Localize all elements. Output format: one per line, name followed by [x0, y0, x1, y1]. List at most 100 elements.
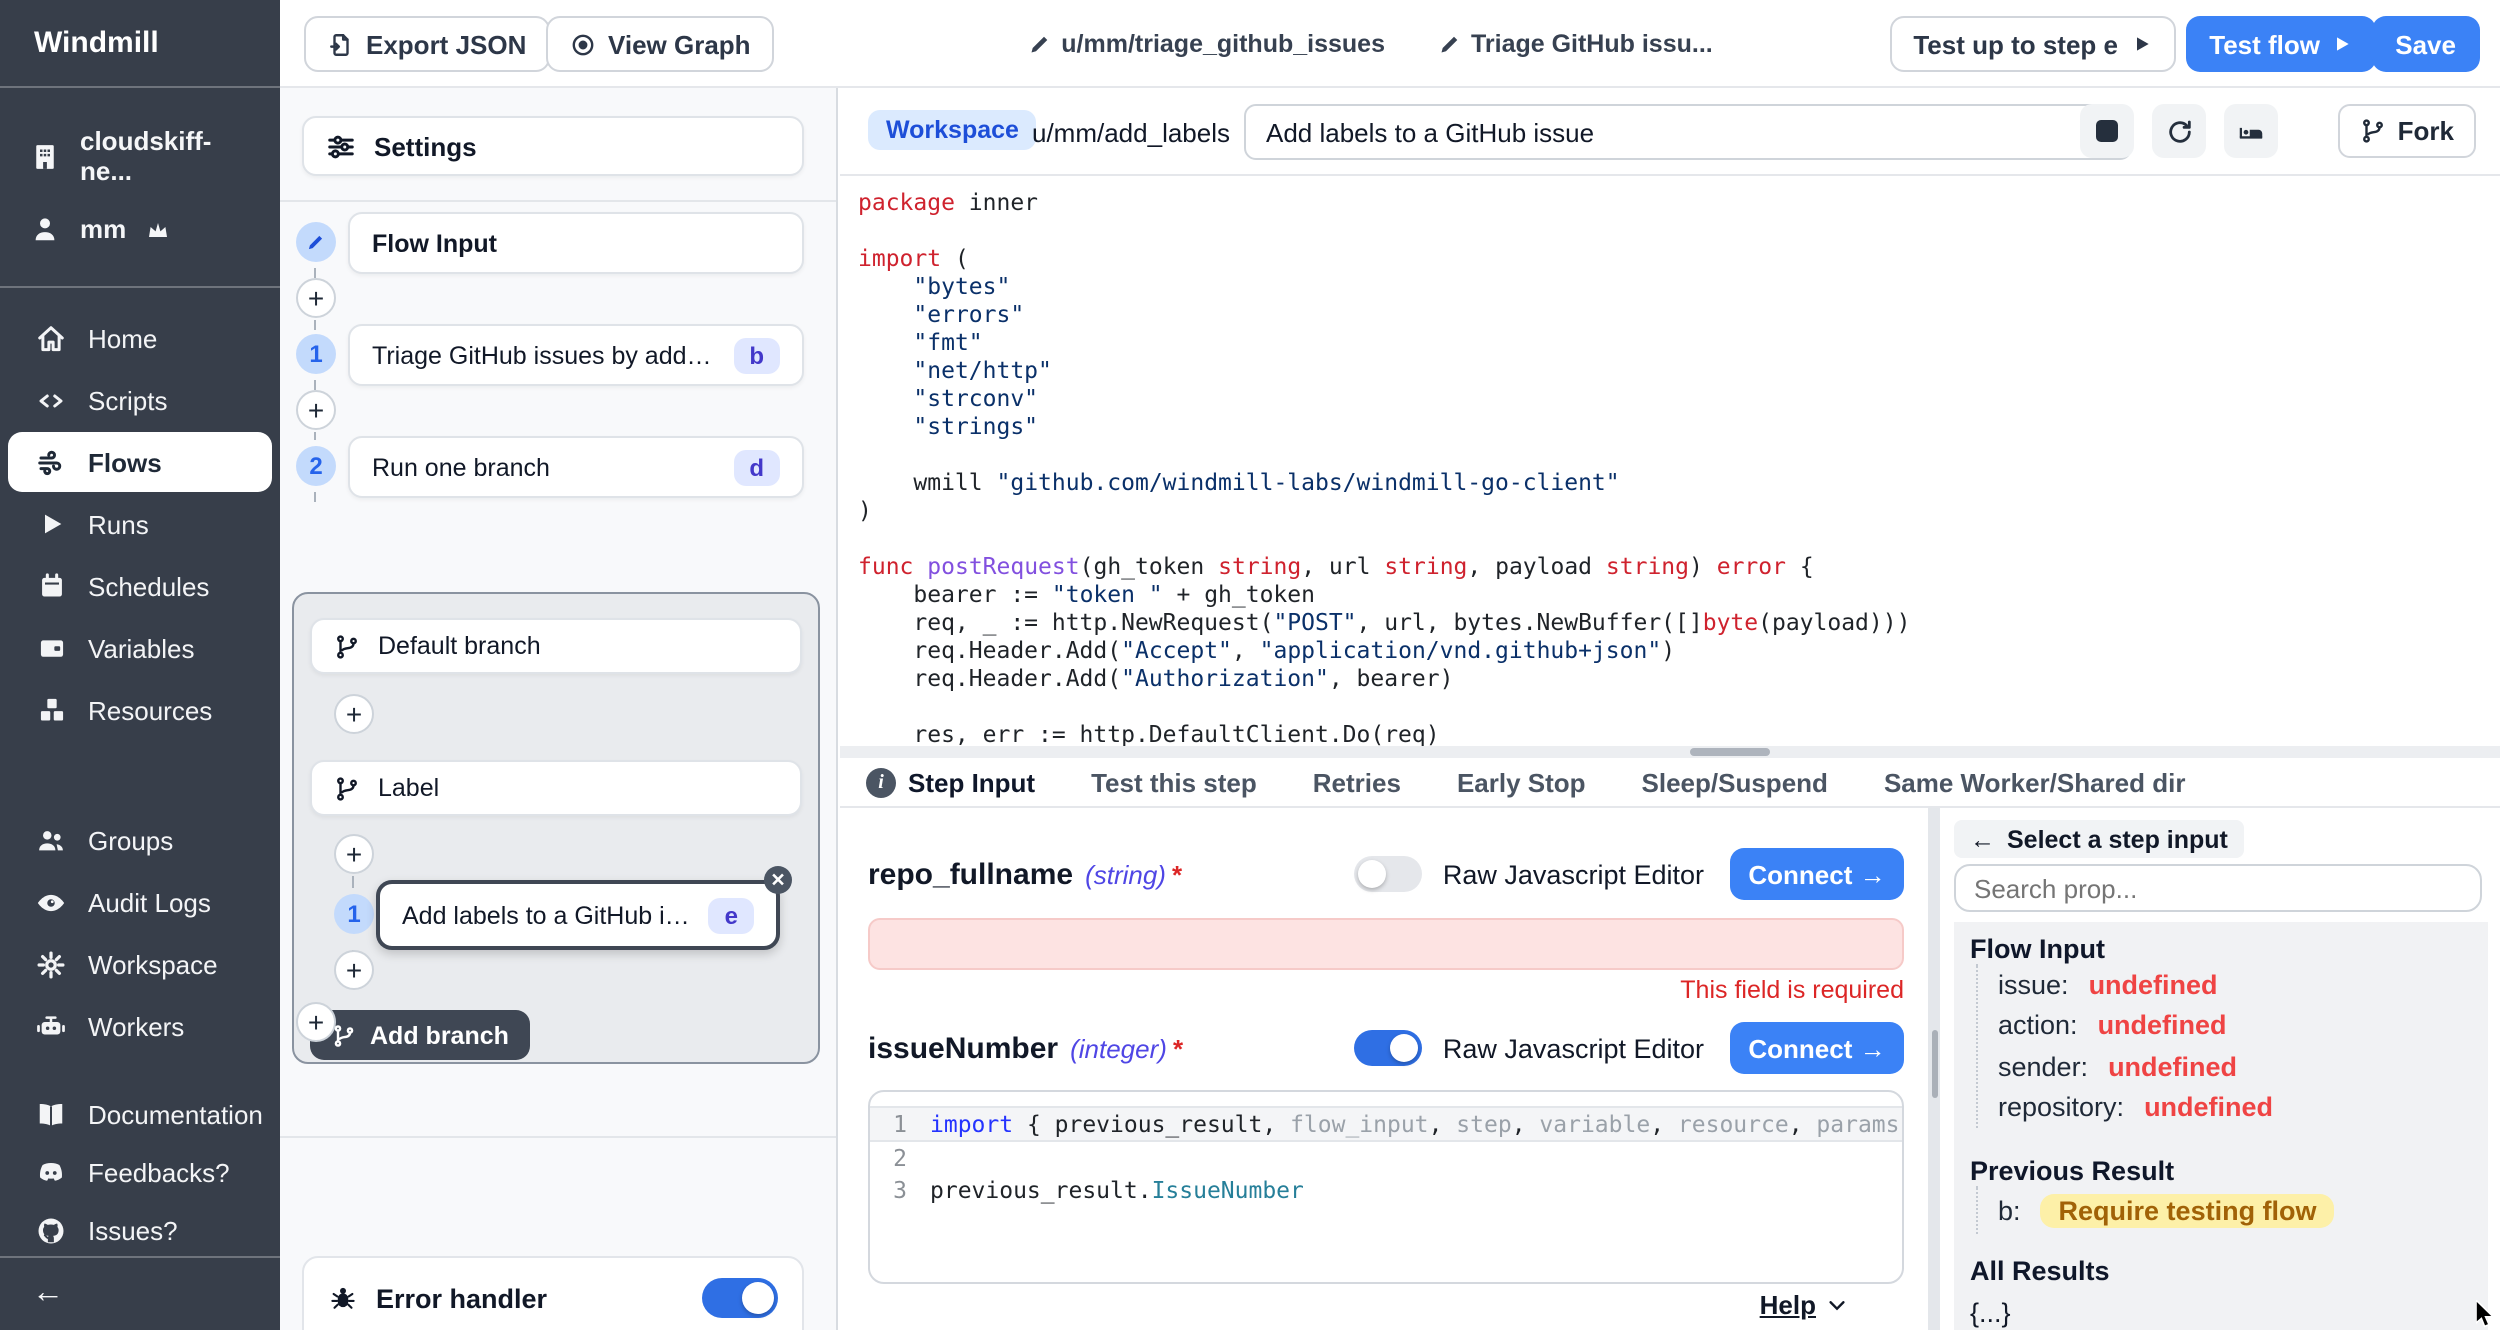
sidebar-item-schedules[interactable]: Schedules: [8, 556, 272, 616]
select-step-input-button[interactable]: ← Select a step input: [1954, 820, 2244, 858]
wallet-icon: [34, 634, 68, 662]
field-name: repo_fullname: [868, 857, 1073, 891]
add-step-button[interactable]: +: [334, 950, 374, 990]
sidebar-item-label: Runs: [88, 509, 149, 539]
connect-button[interactable]: Connect →: [1730, 1022, 1904, 1074]
sidebar-item-label: Audit Logs: [88, 887, 211, 917]
graph-icon: [570, 31, 596, 57]
horizontal-scrollbar[interactable]: [840, 746, 2500, 758]
export-json-button[interactable]: Export JSON: [304, 16, 550, 72]
scrollbar-handle[interactable]: [1690, 748, 1770, 756]
flow-input-props: issue:undefined action:undefined sender:…: [1976, 964, 2472, 1128]
collapse-sidebar-button[interactable]: ←: [32, 1276, 64, 1312]
raw-js-toggle-on[interactable]: [1355, 1030, 1423, 1066]
flow-node-b[interactable]: Triage GitHub issues by adding labels ..…: [348, 324, 804, 386]
flow-title-crumb[interactable]: Triage GitHub issu...: [1437, 30, 1713, 58]
tab-sleep-suspend[interactable]: Sleep/Suspend: [1642, 767, 1828, 797]
boxes-icon: [34, 696, 68, 724]
all-results-expander[interactable]: {...}: [1970, 1298, 2472, 1328]
add-step-button[interactable]: +: [296, 278, 336, 318]
tab-step-input[interactable]: i Step Input: [866, 767, 1035, 797]
panel-resize-divider[interactable]: [1928, 808, 1940, 1330]
sleep-button[interactable]: [2224, 104, 2278, 158]
sidebar-item-label: Feedbacks?: [88, 1157, 230, 1187]
tab-test-this-step[interactable]: Test this step: [1091, 767, 1257, 797]
arrow-left-icon: ←: [1970, 825, 1995, 853]
prop-repository[interactable]: repository:undefined: [1998, 1087, 2472, 1128]
sidebar-item-groups[interactable]: Groups: [8, 810, 272, 870]
sidebar-item-label: Workers: [88, 1011, 184, 1041]
sidebar: Windmill cloudskiff-ne... mm: [0, 0, 280, 1330]
help-link[interactable]: Help: [1760, 1290, 1848, 1320]
step-tabs: i Step Input Test this step Retries Earl…: [840, 758, 2500, 808]
fork-button[interactable]: Fork: [2338, 104, 2476, 158]
flow-settings-button[interactable]: Settings: [302, 116, 804, 176]
robot-icon: [34, 1011, 68, 1041]
add-step-button[interactable]: +: [334, 834, 374, 874]
sidebar-item-workspace[interactable]: Workspace: [8, 934, 272, 994]
raw-js-toggle-off[interactable]: [1355, 856, 1423, 892]
add-branch-label: Add branch: [370, 1021, 509, 1049]
default-branch-node[interactable]: Default branch: [310, 618, 802, 674]
sidebar-item-runs[interactable]: Runs: [8, 494, 272, 554]
sidebar-item-feedbacks[interactable]: Feedbacks?: [8, 1144, 272, 1200]
user-menu[interactable]: mm: [0, 200, 280, 258]
prop-action[interactable]: action:undefined: [1998, 1005, 2472, 1046]
tab-retries[interactable]: Retries: [1313, 767, 1401, 797]
test-flow-button[interactable]: Test flow: [2185, 16, 2376, 72]
sidebar-item-issues[interactable]: Issues?: [8, 1202, 272, 1258]
sidebar-item-variables[interactable]: Variables: [8, 618, 272, 678]
label-branch-node[interactable]: Label: [310, 760, 802, 816]
node-id-badge: d: [733, 449, 780, 485]
flow-title-label: Triage GitHub issu...: [1471, 30, 1713, 58]
search-prop-input[interactable]: [1954, 864, 2482, 912]
remove-node-button[interactable]: ✕: [764, 866, 792, 894]
reload-button[interactable]: [2152, 104, 2206, 158]
prop-b[interactable]: b: Require testing flow: [1998, 1186, 2472, 1234]
flow-input-node[interactable]: Flow Input: [348, 212, 804, 274]
required-asterisk: *: [1173, 1033, 1183, 1063]
add-step-button[interactable]: +: [334, 694, 374, 734]
save-button[interactable]: Save: [2371, 16, 2480, 72]
stop-button[interactable]: [2080, 104, 2134, 158]
flow-node-d[interactable]: Run one branch d: [348, 436, 804, 498]
workspace-switcher[interactable]: cloudskiff-ne...: [0, 112, 280, 200]
tab-same-worker[interactable]: Same Worker/Shared dir: [1884, 767, 2186, 797]
flow-path-label: u/mm/triage_github_issues: [1061, 30, 1385, 58]
tab-early-stop[interactable]: Early Stop: [1457, 767, 1586, 797]
error-handler-toggle[interactable]: [702, 1278, 778, 1318]
selected-node-e[interactable]: Add labels to a GitHub issue e: [376, 880, 780, 950]
field-issue-number: issueNumber (integer) * Raw Javascript E…: [868, 1022, 1904, 1074]
add-step-button[interactable]: +: [296, 1002, 336, 1042]
sidebar-item-home[interactable]: Home: [8, 308, 272, 368]
sidebar-item-workers[interactable]: Workers: [8, 996, 272, 1056]
branch-container: Default branch + Label + 1 Add labels to…: [292, 592, 820, 1064]
view-graph-button[interactable]: View Graph: [546, 16, 775, 72]
sidebar-item-label: Groups: [88, 825, 173, 855]
issue-number-js-editor[interactable]: 1 import { previous_result, flow_input, …: [868, 1090, 1904, 1284]
windmill-flow-editor: Windmill cloudskiff-ne... mm: [0, 0, 2500, 1330]
sidebar-item-flows[interactable]: Flows: [8, 432, 272, 492]
sidebar-item-resources[interactable]: Resources: [8, 680, 272, 740]
test-up-to-step-button[interactable]: Test up to step e: [1889, 16, 2176, 72]
prop-sender[interactable]: sender:undefined: [1998, 1046, 2472, 1087]
flow-path-crumb[interactable]: u/mm/triage_github_issues: [1027, 30, 1385, 58]
script-summary-input[interactable]: [1244, 104, 2132, 160]
line-number: 1: [870, 1108, 930, 1140]
connect-button[interactable]: Connect →: [1730, 848, 1904, 900]
go-code: package inner import ( "bytes" "errors" …: [858, 188, 1910, 748]
sidebar-item-documentation[interactable]: Documentation: [8, 1086, 272, 1142]
scrollbar-handle[interactable]: [1931, 1030, 1937, 1098]
default-branch-label: Default branch: [378, 632, 541, 660]
sidebar-item-audit-logs[interactable]: Audit Logs: [8, 872, 272, 932]
repo-fullname-input[interactable]: [868, 918, 1904, 970]
step-input-picker: ← Select a step input Flow Input issue:u…: [1940, 808, 2500, 1330]
go-code-editor[interactable]: package inner import ( "bytes" "errors" …: [840, 176, 2500, 758]
prop-issue[interactable]: issue:undefined: [1998, 964, 2472, 1005]
node-id-badge: e: [709, 897, 754, 933]
field-error-message: This field is required: [1680, 976, 1904, 1004]
add-step-button[interactable]: +: [296, 390, 336, 430]
sidebar-item-scripts[interactable]: Scripts: [8, 370, 272, 430]
add-branch-button[interactable]: Add branch: [310, 1010, 531, 1060]
sidebar-item-label: Issues?: [88, 1215, 178, 1245]
